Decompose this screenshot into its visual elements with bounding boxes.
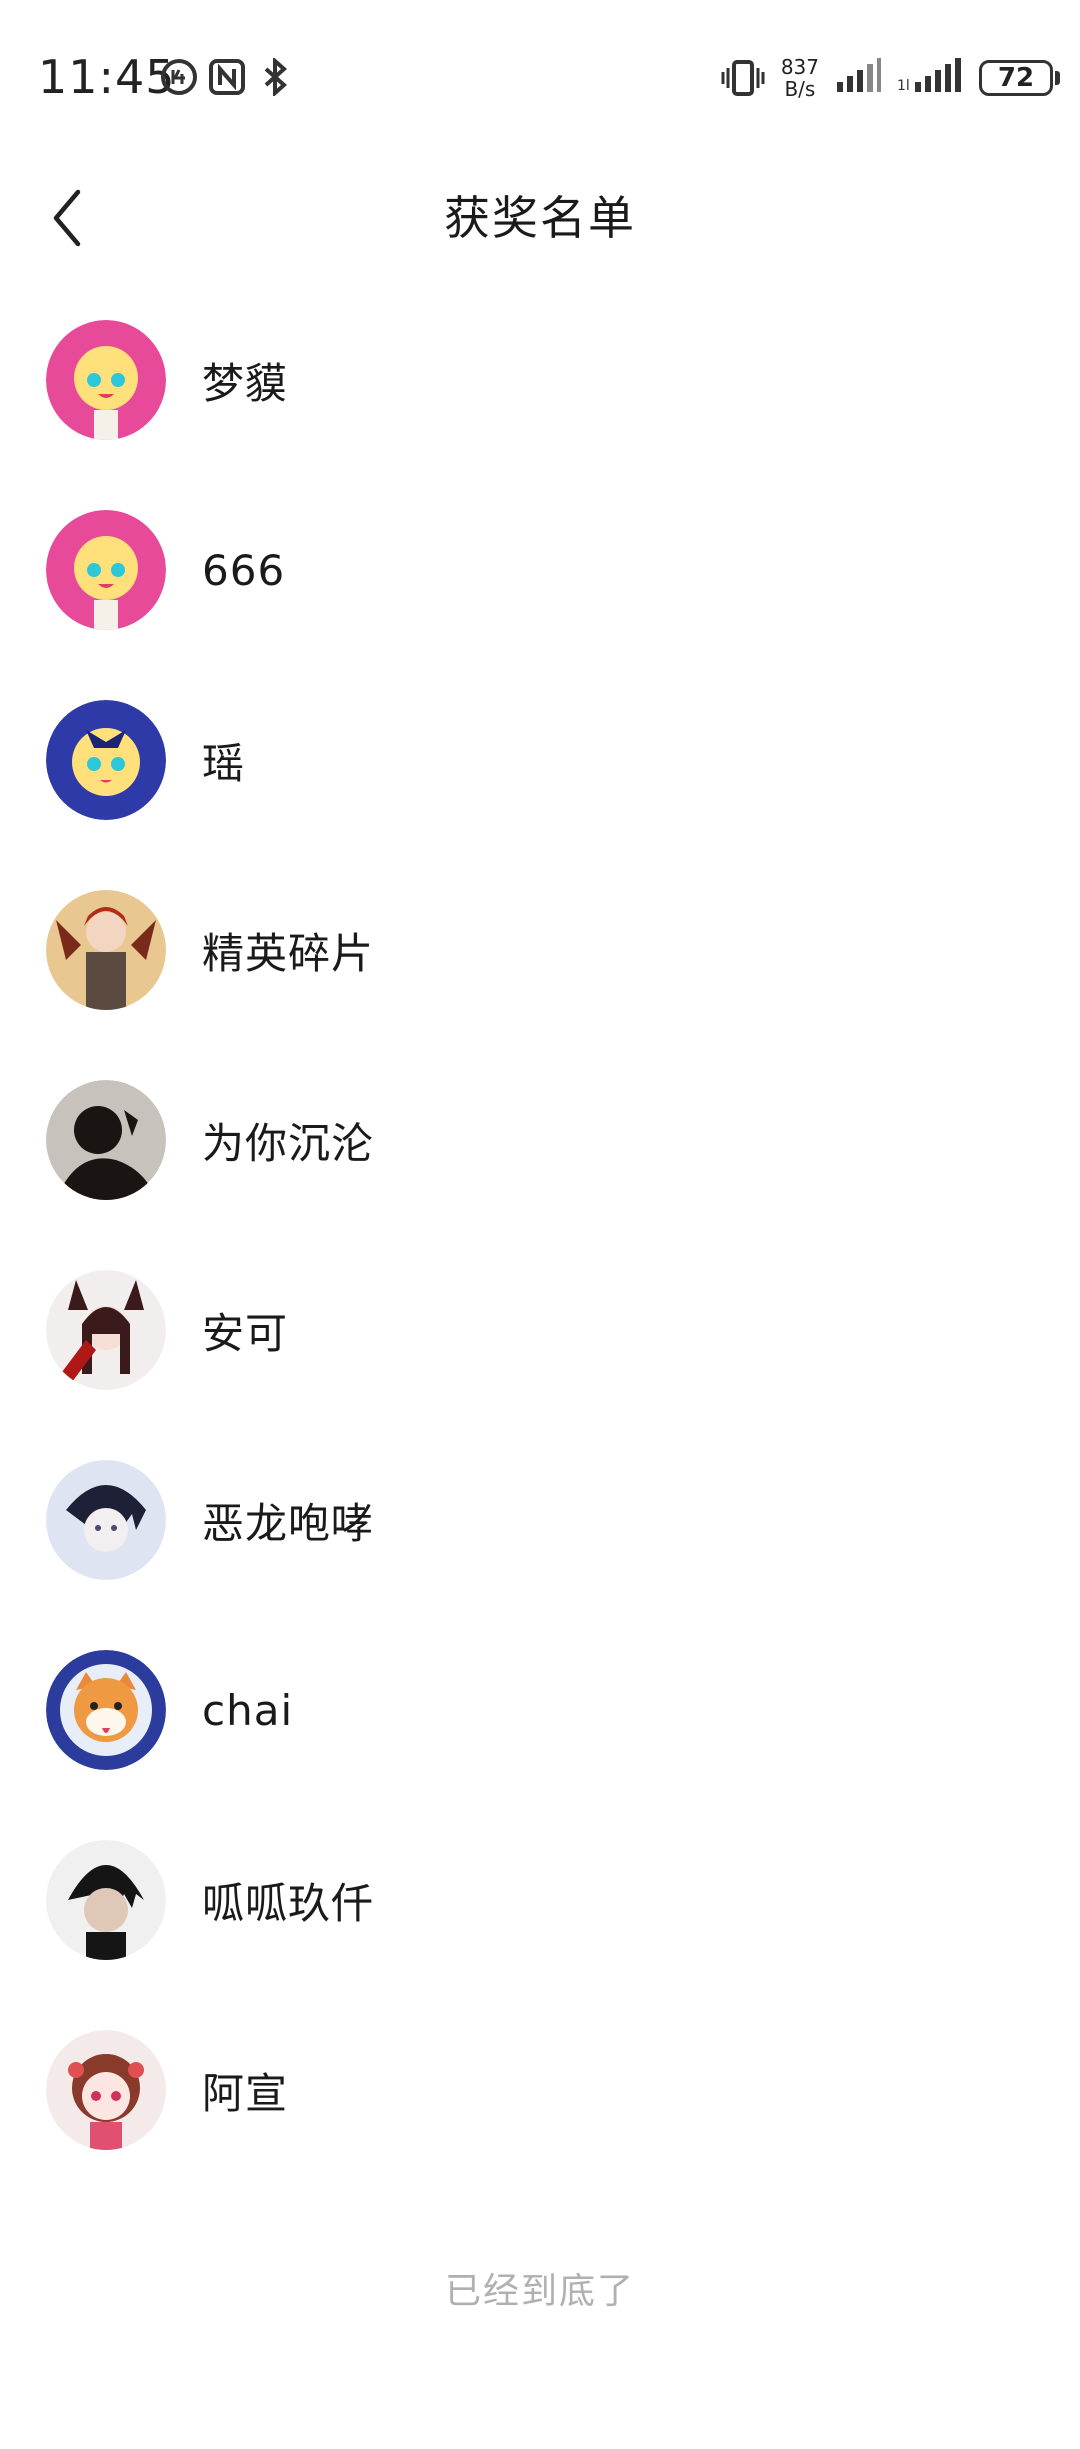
battery-level: 72	[979, 60, 1053, 96]
winner-name: 恶龙咆哮	[202, 1498, 375, 1548]
avatar[interactable]	[46, 1650, 166, 1770]
svg-text:1l: 1l	[897, 78, 910, 94]
notification-badge-icon	[160, 58, 198, 96]
network-speed-value: 837	[780, 55, 819, 79]
winner-name: 梦貘	[202, 358, 289, 408]
list-item[interactable]: 为你沉沦	[0, 1045, 1080, 1235]
winner-name: 666	[202, 545, 286, 595]
winner-name: 为你沉沦	[202, 1118, 375, 1168]
avatar[interactable]	[46, 890, 166, 1010]
list-item[interactable]: 安可	[0, 1235, 1080, 1425]
list-item[interactable]: 阿宣	[0, 1995, 1080, 2185]
winner-name: 阿宣	[202, 2068, 289, 2118]
status-bar: 11:45 837 B/s 1l 72	[0, 0, 1080, 160]
winner-name: chai	[202, 1685, 294, 1735]
avatar[interactable]	[46, 320, 166, 440]
winner-name: 瑶	[202, 738, 246, 788]
list-item[interactable]: 梦貘	[0, 285, 1080, 475]
winner-name: 精英碎片	[202, 928, 375, 978]
end-of-list-text: 已经到底了	[444, 2271, 635, 2312]
page-header: 获奖名单	[0, 160, 1080, 270]
list-item[interactable]: 恶龙咆哮	[0, 1425, 1080, 1615]
list-item[interactable]: chai	[0, 1615, 1080, 1805]
signal-icon	[835, 58, 881, 98]
avatar[interactable]	[46, 1080, 166, 1200]
bluetooth-icon	[256, 56, 294, 98]
list-item[interactable]: 666	[0, 475, 1080, 665]
battery-tip	[1055, 71, 1060, 85]
list-item[interactable]: 精英碎片	[0, 855, 1080, 1045]
list-item[interactable]: 瑶	[0, 665, 1080, 855]
avatar[interactable]	[46, 1270, 166, 1390]
network-speed: 837 B/s	[781, 56, 819, 100]
vibrate-icon	[721, 58, 765, 98]
status-left-icons	[160, 56, 294, 98]
avatar[interactable]	[46, 510, 166, 630]
signal-icon: 1l	[897, 58, 963, 98]
avatar[interactable]	[46, 1460, 166, 1580]
avatar[interactable]	[46, 2030, 166, 2150]
winner-name: 安可	[202, 1308, 289, 1358]
winner-name: 呱呱玖仟	[202, 1878, 375, 1928]
list-item[interactable]: 呱呱玖仟	[0, 1805, 1080, 1995]
battery-indicator: 72	[979, 60, 1060, 96]
nfc-icon	[208, 58, 246, 96]
avatar[interactable]	[46, 700, 166, 820]
network-speed-unit: B/s	[784, 77, 816, 101]
status-time: 11:45	[38, 50, 176, 104]
winner-list: 梦貘 666 瑶 精英碎片 为你沉沦 安可 恶龙咆哮 chai 呱呱玖仟 阿宣	[0, 285, 1080, 2185]
status-right-icons: 837 B/s 1l 72	[721, 56, 1060, 100]
avatar[interactable]	[46, 1840, 166, 1960]
page-title: 获奖名单	[444, 191, 636, 245]
